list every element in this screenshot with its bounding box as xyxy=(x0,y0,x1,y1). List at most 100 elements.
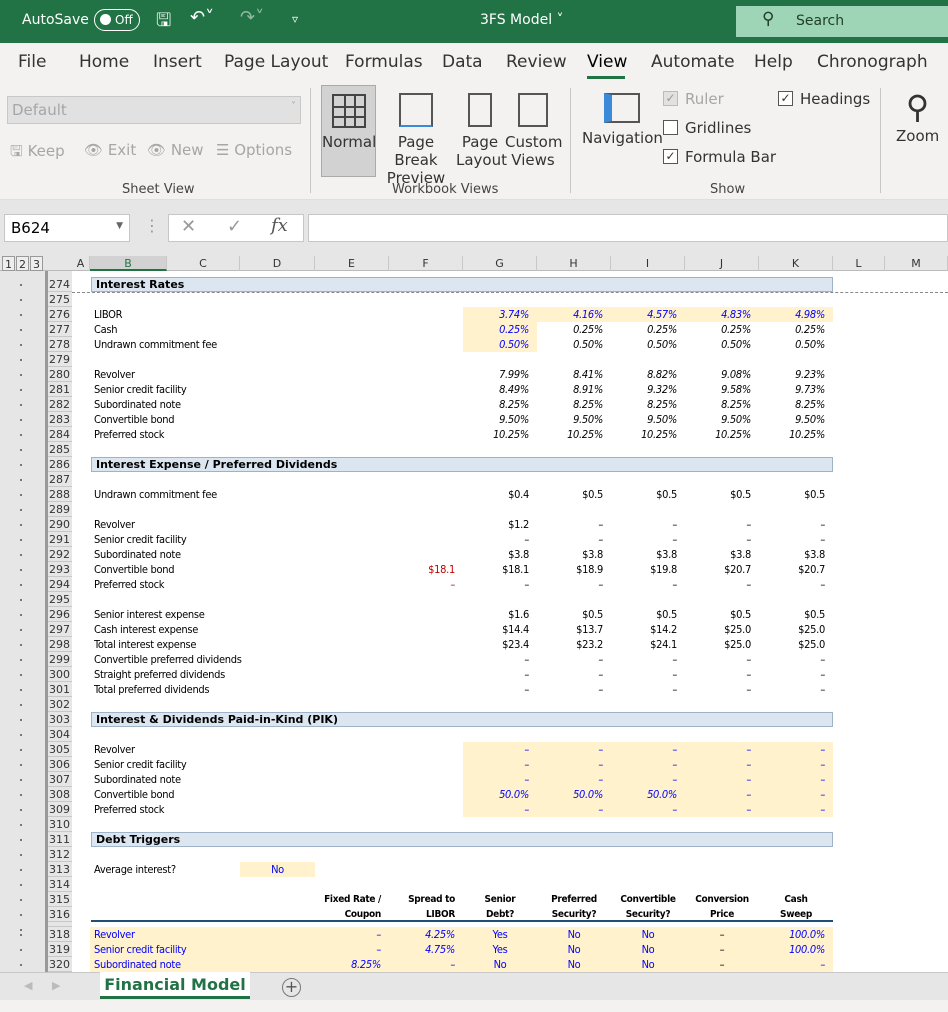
page-layout-button[interactable]: Page Layout xyxy=(456,85,507,169)
value-cell[interactable]: – xyxy=(537,772,611,787)
value-cell[interactable]: $19.8 xyxy=(611,562,685,577)
value-cell[interactable]: 50.0% xyxy=(537,787,611,802)
trigger-cell[interactable]: 100.0% xyxy=(759,927,833,942)
row-label[interactable]: Convertible bond xyxy=(90,412,315,427)
value-cell[interactable]: – xyxy=(611,742,685,757)
row-header[interactable]: 308 xyxy=(48,787,72,802)
row-header[interactable]: 298 xyxy=(48,637,72,652)
value-cell[interactable]: – xyxy=(611,652,685,667)
trigger-cell[interactable]: – xyxy=(685,942,759,957)
value-cell[interactable]: – xyxy=(463,667,537,682)
value-cell[interactable]: – xyxy=(759,532,833,547)
row-header[interactable]: 304 xyxy=(48,727,72,742)
trigger-cell[interactable]: No xyxy=(537,927,611,942)
tab-home[interactable]: Home xyxy=(79,52,129,72)
value-cell[interactable]: – xyxy=(537,802,611,817)
trigger-cell[interactable]: Yes xyxy=(463,942,537,957)
column-header-K[interactable]: K xyxy=(759,256,833,271)
trigger-cell[interactable]: No xyxy=(611,927,685,942)
tab-formulas[interactable]: Formulas xyxy=(345,52,423,72)
row-header[interactable]: 277 xyxy=(48,322,72,337)
row-header[interactable]: 297 xyxy=(48,622,72,637)
value-cell[interactable]: 0.50% xyxy=(537,337,611,352)
value-cell[interactable]: $0.5 xyxy=(685,607,759,622)
row-header[interactable]: 303 xyxy=(48,712,72,727)
value-cell[interactable]: 9.08% xyxy=(685,367,759,382)
value-cell[interactable]: $0.5 xyxy=(611,607,685,622)
row-header[interactable]: 318 xyxy=(48,927,72,942)
value-cell[interactable]: 10.25% xyxy=(759,427,833,442)
value-cell[interactable]: 10.25% xyxy=(611,427,685,442)
value-cell[interactable]: 50.0% xyxy=(463,787,537,802)
headings-checkbox[interactable]: ✓ xyxy=(778,91,793,106)
value-cell[interactable]: – xyxy=(685,757,759,772)
value-cell[interactable]: 8.49% xyxy=(463,382,537,397)
row-label[interactable]: Senior credit facility xyxy=(90,757,315,772)
options-button[interactable]: ☰ Options xyxy=(216,141,292,159)
row-label[interactable]: Straight preferred dividends xyxy=(90,667,315,682)
value-cell[interactable]: – xyxy=(759,577,833,592)
trigger-cell[interactable]: – xyxy=(685,927,759,942)
row-header[interactable]: 305 xyxy=(48,742,72,757)
value-cell[interactable]: 8.25% xyxy=(759,397,833,412)
normal-view-button[interactable]: Normal xyxy=(321,85,376,177)
sheet-view-dropdown[interactable]: Default ˅ xyxy=(7,96,301,124)
value-cell[interactable]: – xyxy=(759,757,833,772)
row-header[interactable]: 276 xyxy=(48,307,72,322)
row-header[interactable]: 294 xyxy=(48,577,72,592)
value-cell[interactable]: – xyxy=(389,577,463,592)
value-cell[interactable]: – xyxy=(611,682,685,697)
trigger-cell[interactable]: 100.0% xyxy=(759,942,833,957)
value-cell[interactable]: – xyxy=(463,757,537,772)
value-cell[interactable]: – xyxy=(685,787,759,802)
value-cell[interactable]: 10.25% xyxy=(537,427,611,442)
section-header[interactable]: Interest Expense / Preferred Dividends xyxy=(91,457,833,472)
value-cell[interactable]: $25.0 xyxy=(759,622,833,637)
trigger-cell[interactable]: – xyxy=(315,927,389,942)
value-cell[interactable]: 0.50% xyxy=(685,337,759,352)
value-cell[interactable]: – xyxy=(685,532,759,547)
value-cell[interactable]: $14.2 xyxy=(611,622,685,637)
row-header[interactable]: 295 xyxy=(48,592,72,607)
row-header[interactable]: 313 xyxy=(48,862,72,877)
keep-button[interactable]: 🖫 Keep xyxy=(10,141,65,166)
row-header[interactable]: 310 xyxy=(48,817,72,832)
value-cell[interactable]: – xyxy=(463,682,537,697)
value-cell[interactable]: – xyxy=(611,802,685,817)
value-cell[interactable]: – xyxy=(759,742,833,757)
value-cell[interactable]: $0.4 xyxy=(463,487,537,502)
navigation-button[interactable]: Navigation xyxy=(582,93,663,147)
tab-help[interactable]: Help xyxy=(754,52,793,72)
value-cell[interactable]: – xyxy=(463,742,537,757)
row-header[interactable]: 311 xyxy=(48,832,72,847)
value-cell[interactable]: $25.0 xyxy=(685,622,759,637)
value-cell[interactable]: 9.50% xyxy=(759,412,833,427)
value-cell[interactable]: 9.58% xyxy=(685,382,759,397)
value-cell[interactable]: – xyxy=(537,742,611,757)
value-cell[interactable]: – xyxy=(759,652,833,667)
value-cell[interactable]: $23.2 xyxy=(537,637,611,652)
value-cell[interactable]: 0.25% xyxy=(759,322,833,337)
value-cell[interactable]: – xyxy=(685,517,759,532)
value-cell[interactable]: $18.9 xyxy=(537,562,611,577)
value-cell[interactable]: – xyxy=(611,517,685,532)
redo-icon[interactable]: ↷˅ xyxy=(240,7,264,28)
trigger-cell[interactable]: 4.75% xyxy=(389,942,463,957)
column-header-E[interactable]: E xyxy=(315,256,389,271)
value-cell[interactable]: $0.5 xyxy=(537,607,611,622)
row-header[interactable]: 293 xyxy=(48,562,72,577)
value-cell[interactable]: – xyxy=(463,652,537,667)
value-cell[interactable]: $20.7 xyxy=(759,562,833,577)
value-cell[interactable]: – xyxy=(759,787,833,802)
value-cell[interactable]: $0.5 xyxy=(611,487,685,502)
add-sheet-icon[interactable]: + xyxy=(282,978,301,997)
custom-views-button[interactable]: Custom Views xyxy=(505,85,562,169)
value-cell[interactable]: 9.50% xyxy=(685,412,759,427)
row-header[interactable]: 282 xyxy=(48,397,72,412)
trigger-cell[interactable]: No xyxy=(611,942,685,957)
value-cell[interactable]: 4.57% xyxy=(611,307,685,322)
row-header[interactable]: 319 xyxy=(48,942,72,957)
trigger-header[interactable]: Spread to xyxy=(389,892,463,907)
row-header[interactable]: 301 xyxy=(48,682,72,697)
column-header-H[interactable]: H xyxy=(537,256,611,271)
